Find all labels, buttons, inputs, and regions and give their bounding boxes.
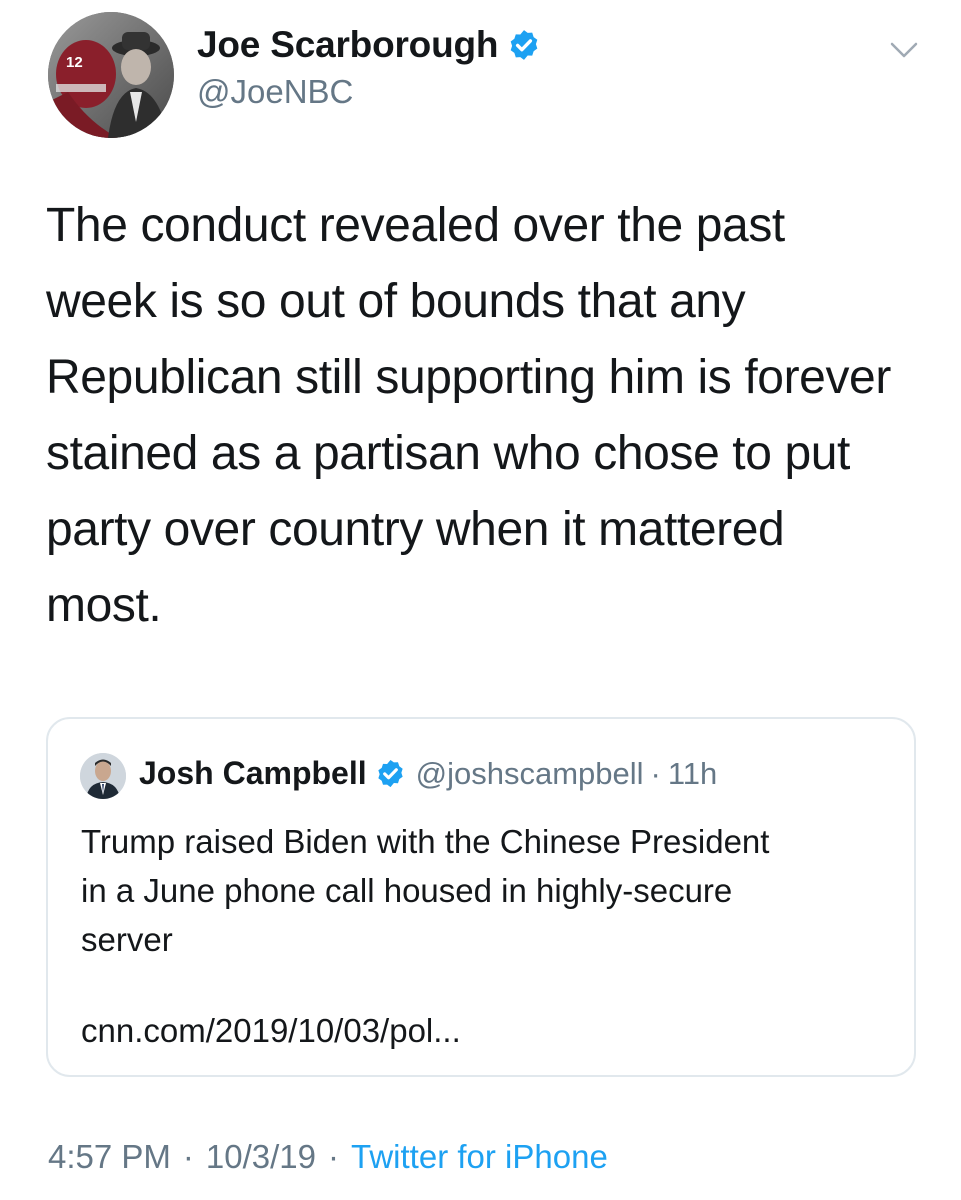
author-handle[interactable]: @JoeNBC <box>197 73 353 111</box>
quoted-author-handle: @joshscampbell <box>415 755 644 791</box>
author-avatar[interactable]: 12 <box>48 12 174 138</box>
author-avatar-image: 12 <box>48 12 174 138</box>
verified-badge-icon <box>377 759 403 788</box>
meta-separator: · <box>182 1138 194 1175</box>
quoted-tweet-header: Josh Campbell @joshscampbell · 11h <box>139 755 717 792</box>
tweet-text: The conduct revealed over the past week … <box>46 199 891 632</box>
verified-badge-icon <box>510 30 538 60</box>
quoted-author-avatar-image <box>80 753 126 799</box>
author-name-row: Joe Scarborough <box>197 24 541 66</box>
quoted-tweet-text: Trump raised Biden with the Chinese Pres… <box>81 823 770 958</box>
tweet-meta: 4:57 PM · 10/3/19 · Twitter for iPhone <box>48 1138 608 1176</box>
tweet-date: 10/3/19 <box>205 1138 317 1175</box>
meta-separator: · <box>328 1138 340 1175</box>
quoted-separator: · <box>650 755 661 791</box>
tweet-source-link[interactable]: Twitter for iPhone <box>351 1138 608 1176</box>
tweet: 12 Joe Scarborough @JoeNBC The conduct r… <box>0 0 961 1200</box>
quoted-timestamp: 11h <box>667 755 718 791</box>
chevron-down-icon <box>890 42 918 58</box>
tweet-menu-button[interactable] <box>888 38 920 62</box>
tweet-time: 4:57 PM <box>48 1138 171 1175</box>
quoted-author-name: Josh Campbell <box>139 755 367 791</box>
quoted-tweet-link[interactable]: cnn.com/2019/10/03/pol... <box>81 1012 461 1050</box>
avatar-jersey-number: 12 <box>66 54 83 71</box>
author-name[interactable]: Joe Scarborough <box>197 24 498 66</box>
quoted-tweet-card[interactable]: Josh Campbell @joshscampbell · 11h Trump… <box>46 717 916 1077</box>
quoted-author-avatar[interactable] <box>80 753 126 799</box>
